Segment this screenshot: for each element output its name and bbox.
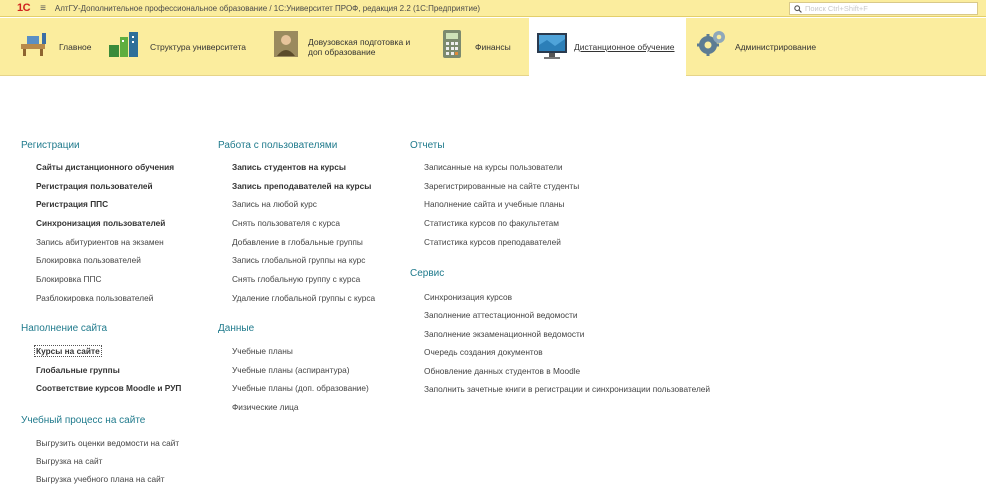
window-title: АлтГУ-Дополнительное профессиональное об… [54, 3, 481, 13]
menu-item[interactable]: Регистрация пользователей [36, 181, 153, 191]
menu-item[interactable]: Записанные на курсы пользователи [424, 162, 563, 172]
menu-item[interactable]: Синхронизация пользователей [36, 218, 165, 228]
section-label: Главное [59, 42, 92, 52]
person-icon [274, 31, 298, 57]
group-title: Отчеты [410, 140, 445, 151]
section-label: Довузовская подготовка и [308, 37, 411, 47]
section-main[interactable]: Главное [0, 18, 96, 76]
gears-icon [697, 31, 725, 56]
menu-item[interactable]: Глобальные группы [36, 365, 120, 375]
menu-item[interactable]: Разблокировка пользователей [36, 293, 153, 303]
search-icon [794, 4, 802, 13]
section-finance[interactable]: Финансы [437, 18, 527, 76]
menu-item[interactable]: Соответствие курсов Moodle и РУП [36, 383, 181, 393]
menu-item[interactable]: Выгрузка на сайт [36, 456, 102, 466]
group-title: Сервис [410, 268, 445, 279]
section-administration[interactable]: Администрирование [690, 18, 840, 76]
hamburger-menu-icon[interactable]: ≡ [40, 3, 46, 14]
menu-item[interactable]: Блокировка пользователей [36, 255, 141, 265]
menu-item[interactable]: Заполнение экзаменационной ведомости [424, 329, 584, 339]
structure-icon [109, 32, 138, 57]
menu-item[interactable]: Запись студентов на курсы [232, 162, 346, 172]
menu-item[interactable]: Добавление в глобальные группы [232, 237, 363, 247]
calculator-icon [443, 30, 461, 58]
group-title: Работа с пользователями [218, 140, 338, 151]
menu-item[interactable]: Регистрация ППС [36, 199, 108, 209]
section-label: Структура университета [150, 42, 247, 52]
menu-item[interactable]: Заполнение аттестационной ведомости [424, 310, 578, 320]
group-title: Наполнение сайта [21, 323, 108, 334]
menu-item[interactable]: Запись абитуриентов на экзамен [36, 237, 164, 247]
group-title: Регистрации [21, 140, 80, 151]
section-label: доп образование [308, 47, 376, 57]
section-label: Дистанционное обучение [574, 42, 675, 52]
section-label: Администрирование [735, 42, 817, 52]
menu-item[interactable]: Запись на любой курс [232, 199, 317, 209]
menu-item[interactable]: Запись преподавателей на курсы [232, 181, 371, 191]
menu-item[interactable]: Запись глобальной группы на курс [232, 255, 365, 265]
menu-item[interactable]: Зарегистрированные на сайте студенты [424, 181, 579, 191]
desk-icon [21, 33, 46, 56]
menu-item[interactable]: Учебные планы (аспирантура) [232, 365, 350, 375]
menu-item[interactable]: Выгрузка учебного плана на сайт [36, 474, 165, 484]
menu-item[interactable]: Выгрузить оценки ведомости на сайт [36, 438, 179, 448]
menu-item[interactable]: Учебные планы (доп. образование) [232, 383, 369, 393]
section-label: Финансы [475, 42, 511, 52]
menu-item[interactable]: Обновление данных студентов в Moodle [424, 366, 580, 376]
menu-item[interactable]: Блокировка ППС [36, 274, 101, 284]
sections-panel: Главное Структура университета Довузовск… [0, 18, 986, 76]
menu-item[interactable]: Физические лица [232, 402, 299, 412]
menu-item[interactable]: Статистика курсов по факультетам [424, 218, 559, 228]
global-search[interactable] [789, 2, 978, 15]
menu-item[interactable]: Снять пользователя с курса [232, 218, 340, 228]
menu-item[interactable]: Статистика курсов преподавателей [424, 237, 561, 247]
menu-item[interactable]: Удаление глобальной группы с курса [232, 293, 375, 303]
group-title: Данные [218, 323, 255, 334]
menu-item[interactable]: Очередь создания документов [424, 347, 543, 357]
title-bar: 1С ≡ АлтГУ-Дополнительное профессиональн… [0, 0, 986, 17]
menu-item[interactable]: Сайты дистанционного обучения [36, 162, 174, 172]
search-input[interactable] [805, 4, 965, 13]
section-distance-learning[interactable]: Дистанционное обучение [529, 18, 686, 76]
menu-item[interactable]: Заполнить зачетные книги в регистрации и… [424, 384, 710, 394]
group-title: Учебный процесс на сайте [21, 415, 146, 426]
menu-item[interactable]: Синхронизация курсов [424, 292, 512, 302]
menu-item[interactable]: Наполнение сайта и учебные планы [424, 199, 564, 209]
section-preparatory[interactable]: Довузовская подготовка и доп образование [268, 18, 428, 76]
monitor-icon [537, 33, 567, 59]
1c-logo[interactable]: 1С [17, 2, 31, 14]
menu-item-selected[interactable]: Курсы на сайте [34, 345, 102, 357]
section-structure[interactable]: Структура университета [104, 18, 254, 76]
menu-item[interactable]: Снять глобальную группу с курса [232, 274, 360, 284]
menu-item[interactable]: Учебные планы [232, 346, 293, 356]
